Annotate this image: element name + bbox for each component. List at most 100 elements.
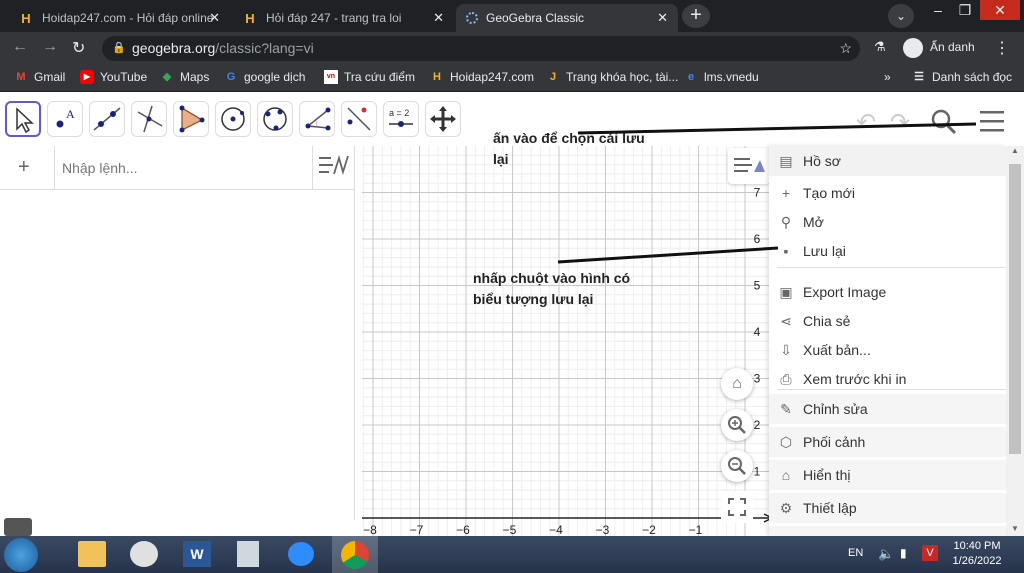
line-tool[interactable] [89, 101, 125, 137]
move-tool[interactable] [5, 101, 41, 137]
bookmark-tra-cuu-diem[interactable]: vn Tra cứu điểm [324, 70, 415, 84]
bookmark-google-dich[interactable]: Ggoogle dịch [224, 70, 306, 84]
zoom-in-button[interactable] [721, 409, 753, 441]
maps-icon: ◆ [162, 71, 172, 83]
tab-hoidap247[interactable]: H Hoidap247.com - Hỏi đáp online ✕ [8, 4, 230, 32]
bookmark-lms-vnedu[interactable]: e lms.vnedu [684, 70, 759, 84]
bookmark-gmail[interactable]: M Gmail [14, 70, 65, 84]
close-tab-icon[interactable]: ✕ [657, 10, 668, 26]
close-tab-icon[interactable]: ✕ [209, 10, 220, 26]
redo-icon[interactable]: ↷ [890, 108, 910, 137]
minimize-button[interactable]: – [925, 0, 951, 20]
bookmark-label: Hoidap247.com [450, 70, 535, 84]
reading-list[interactable]: ☰ Danh sách đọc [912, 70, 1012, 84]
menu-item-label: Phối cảnh [803, 434, 866, 450]
bookmark-maps[interactable]: ◆ Maps [160, 70, 210, 84]
clock[interactable]: 10:40 PM 1/26/2022 [950, 539, 1004, 569]
profile-label[interactable]: Ẩn danh [930, 40, 975, 54]
command-input[interactable] [62, 156, 302, 180]
bookmark-label: Gmail [34, 70, 66, 84]
tab-search-button[interactable]: ⌄ [888, 4, 914, 28]
forward-icon[interactable]: → [42, 38, 58, 56]
search-icon[interactable] [930, 108, 958, 136]
fullscreen-button[interactable] [721, 491, 753, 523]
menu-scrollbar[interactable]: ▲ ▼ [1006, 146, 1024, 536]
back-icon[interactable]: ← [12, 38, 28, 56]
menu-item-gear[interactable]: ⚙ Thiết lập [769, 493, 1006, 523]
close-window-button[interactable]: ✕ [980, 0, 1020, 20]
scroll-up-arrow[interactable]: ▲ [1011, 146, 1019, 155]
slider-tool[interactable]: a = 2 [383, 101, 419, 137]
polygon-tool[interactable] [173, 101, 209, 137]
point-tool[interactable]: A [47, 101, 83, 137]
network-icon[interactable]: ▮ [900, 546, 907, 560]
menu-item-share[interactable]: ⋖ Chia sẻ [769, 306, 1006, 336]
graphics-style-button[interactable] [728, 148, 770, 184]
browser-tab-strip: H Hoidap247.com - Hỏi đáp online ✕ H Hỏi… [0, 0, 1024, 32]
tab-geogebra[interactable]: GeoGebra Classic ✕ [456, 4, 678, 32]
paint-icon[interactable] [130, 541, 158, 567]
graphics-view[interactable]: −9−8−7−6−5−4−3−2−17654321 ⌂ [362, 146, 772, 536]
main-menu-icon[interactable] [978, 108, 1006, 134]
algebra-style-button[interactable] [312, 146, 355, 190]
x-tick-label: −3 [596, 523, 610, 536]
bookmark-youtube[interactable]: ▶ YouTube [80, 70, 147, 84]
windows-taskbar: W EN 🔈 ▮ V 10:40 PM 1/26/2022 [0, 536, 1024, 573]
new-tab-button[interactable]: + [682, 4, 710, 28]
angle-tool[interactable] [299, 101, 335, 137]
close-tab-icon[interactable]: ✕ [433, 10, 444, 26]
menu-item-label: Xuất bản... [803, 342, 871, 358]
file-explorer-icon[interactable] [78, 541, 106, 567]
undo-icon[interactable]: ↶ [856, 108, 876, 137]
labs-icon[interactable]: ⚗ [874, 39, 886, 55]
bookmarks-overflow[interactable]: » [884, 70, 891, 84]
menu-item-search[interactable]: ⚲ Mở [769, 207, 1006, 237]
reload-icon[interactable]: ↻ [72, 38, 85, 58]
bookmark-trang-khoa-hoc[interactable]: J Trang khóa học, tài... [546, 70, 678, 84]
volume-icon[interactable]: 🔈 [878, 546, 894, 562]
annotation-line: nhấp chuột vào hình có [473, 270, 631, 286]
menu-item-pencil[interactable]: ✎ Chỉnh sửa [769, 394, 1006, 424]
more-vert-icon[interactable]: ⋮ [994, 38, 1010, 58]
point-icon: A [56, 107, 75, 128]
tab-hoidap247-tra-loi[interactable]: H Hỏi đáp 247 - trang tra loi ✕ [232, 4, 454, 32]
bookmark-label: Maps [180, 70, 210, 84]
url-field[interactable]: 🔒 geogebra.org/classic?lang=vi ☆ [102, 36, 860, 61]
bookmark-hoidap247[interactable]: H Hoidap247.com [430, 70, 534, 84]
word-icon[interactable]: W [183, 541, 211, 567]
ellipse-tool[interactable] [257, 101, 293, 137]
scrollbar-thumb[interactable] [1009, 164, 1021, 454]
zoom-out-button[interactable] [721, 450, 753, 482]
chrome-taskbar-button[interactable] [332, 536, 378, 573]
bookmark-star-icon[interactable]: ☆ [839, 36, 852, 61]
menu-item-label: Chia sẻ [803, 313, 851, 329]
menu-item-wrench[interactable]: ✦Công cụ [769, 526, 1006, 536]
home-view-button[interactable]: ⌂ [721, 368, 753, 400]
add-item-icon[interactable]: + [18, 156, 30, 179]
start-button[interactable] [4, 538, 38, 572]
download-icon: ⇩ [780, 341, 792, 358]
menu-item-home[interactable]: ⌂ Hiển thị [769, 460, 1006, 490]
menu-item-save[interactable]: ▪ Lưu lại [769, 236, 1006, 266]
circle-tool[interactable] [215, 101, 251, 137]
language-indicator[interactable]: EN [848, 547, 863, 559]
calculator-icon[interactable] [237, 541, 259, 567]
scroll-down-arrow[interactable]: ▼ [1011, 524, 1019, 533]
zoom-app-icon[interactable] [288, 542, 314, 566]
menu-item-download[interactable]: ⇩ Xuất bản... [769, 335, 1006, 365]
share-icon: ⋖ [780, 312, 792, 329]
x-tick-label: −4 [549, 523, 563, 536]
move-graphics-tool[interactable] [425, 101, 461, 137]
perpendicular-tool[interactable] [131, 101, 167, 137]
menu-item-image[interactable]: ▣ Export Image [769, 277, 1006, 307]
restore-button[interactable]: ❐ [952, 0, 978, 20]
vietkey-icon[interactable]: V [922, 545, 938, 561]
menu-item-perspective[interactable]: ⬡ Phối cảnh [769, 427, 1006, 457]
image-icon: ▣ [779, 283, 793, 300]
menu-item-plus[interactable]: + Tạo mới [769, 178, 1006, 208]
keyboard-icon[interactable] [4, 518, 32, 536]
menu-item-file[interactable]: ▤ Hồ sơ [769, 146, 1006, 176]
reflect-tool[interactable] [341, 101, 377, 137]
annotation-menu-hint: ấn vào để chọn cái lưu lại [493, 128, 645, 170]
y-tick-label: 6 [754, 232, 761, 246]
